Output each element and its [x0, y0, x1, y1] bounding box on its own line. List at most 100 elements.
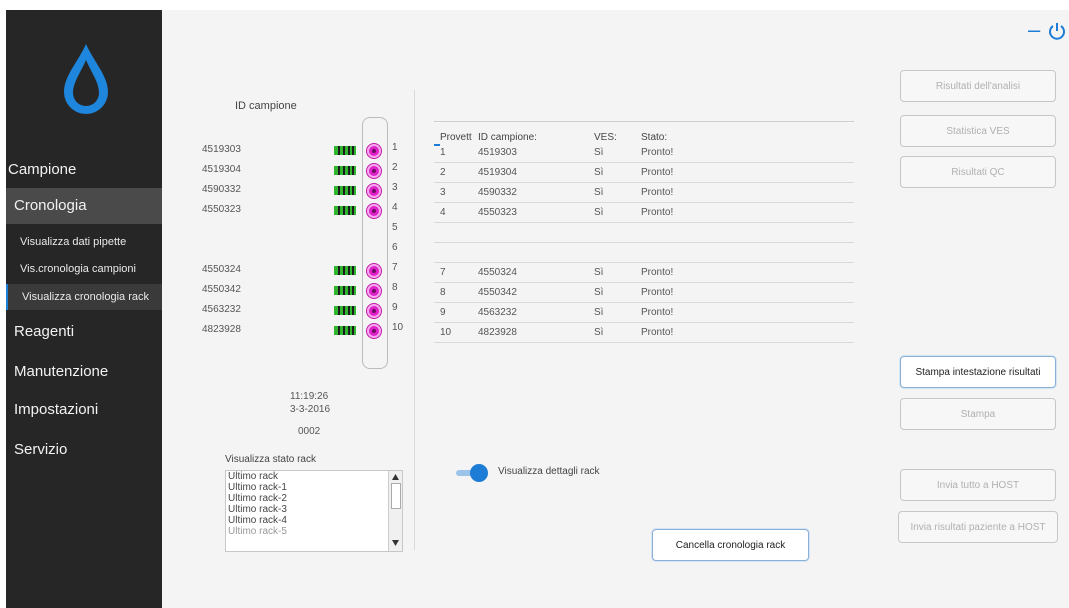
rack-state-label: Visualizza stato rack [225, 454, 316, 465]
invia-tutto-button[interactable]: Invia tutto a HOST [900, 469, 1056, 501]
minimize-button[interactable]: – [1028, 17, 1040, 43]
table-row-divider [434, 222, 854, 223]
sort-indicator [434, 144, 440, 146]
sample-tube-icon[interactable] [367, 204, 381, 218]
rack-details-label: Visualizza dettagli rack [498, 466, 600, 477]
sidebar-item-servizio[interactable]: Servizio [6, 432, 162, 468]
scroll-down-icon[interactable] [392, 540, 399, 546]
sample-tube-icon[interactable] [367, 264, 381, 278]
table-cell-ves: Sì [594, 207, 604, 218]
table-row-divider [434, 282, 854, 283]
sidebar-subitem-cronologia-campioni[interactable]: Vis.cronologia campioni [6, 256, 162, 282]
rack-slot-id: 4823928 [202, 324, 241, 335]
col-header-id: ID campione: [478, 132, 537, 143]
sample-tube-icon[interactable] [367, 164, 381, 178]
list-item[interactable]: Ultimo rack-3 [226, 504, 402, 515]
table-cell-ves: Sì [594, 147, 604, 158]
table-cell-ves: Sì [594, 327, 604, 338]
table-row-divider [434, 182, 854, 183]
table-cell-n: 7 [440, 267, 446, 278]
sidebar-subitem-pipette[interactable]: Visualizza dati pipette [6, 229, 162, 255]
table-cell-stato: Pronto! [641, 187, 674, 198]
list-item[interactable]: Ultimo rack-1 [226, 482, 402, 493]
rack-details-toggle[interactable] [470, 464, 488, 482]
rack-position-number: 7 [392, 262, 398, 273]
rack-slot-id: 4519304 [202, 164, 241, 175]
rack-position-number: 6 [392, 242, 398, 253]
sidebar-item-campione[interactable]: Campione [0, 152, 156, 188]
rack-number: 0002 [298, 426, 321, 437]
table-cell-n: 1 [440, 147, 446, 158]
sidebar-item-cronologia[interactable]: Cronologia [6, 188, 162, 224]
list-item[interactable]: Ultimo rack-4 [226, 515, 402, 526]
table-cell-id: 4519303 [478, 147, 517, 158]
rack-position-number: 4 [392, 202, 398, 213]
table-cell-ves: Sì [594, 287, 604, 298]
stampa-button[interactable]: Stampa [900, 398, 1056, 430]
table-header-line [434, 121, 854, 122]
table-cell-stato: Pronto! [641, 307, 674, 318]
barcode-icon [334, 146, 356, 155]
list-item[interactable]: Ultimo rack [226, 471, 402, 482]
risultati-qc-button[interactable]: Risultati QC [900, 156, 1056, 188]
rack-position-number: 8 [392, 282, 398, 293]
rack-slot-id: 4550323 [202, 204, 241, 215]
barcode-icon [334, 306, 356, 315]
table-row-divider [434, 322, 854, 323]
sample-tube-icon[interactable] [367, 284, 381, 298]
panel-divider [414, 90, 415, 550]
rack-time: 11:19:26 [290, 391, 329, 402]
scroll-thumb[interactable] [391, 483, 401, 509]
rack-position-number: 9 [392, 302, 398, 313]
statistica-ves-button[interactable]: Statistica VES [900, 115, 1056, 147]
barcode-icon [334, 326, 356, 335]
table-cell-id: 4590332 [478, 187, 517, 198]
table-row-divider [434, 242, 854, 243]
table-cell-stato: Pronto! [641, 147, 674, 158]
table-cell-id: 4550324 [478, 267, 517, 278]
table-cell-id: 4563232 [478, 307, 517, 318]
rack-position-number: 1 [392, 142, 398, 153]
scroll-up-icon[interactable] [392, 474, 399, 480]
table-cell-ves: Sì [594, 167, 604, 178]
risultati-analisi-button[interactable]: Risultati dell'analisi [900, 70, 1056, 102]
stampa-intestazione-button[interactable]: Stampa intestazione risultati [900, 356, 1056, 388]
invia-risultati-paziente-button[interactable]: Invia risultati paziente a HOST [898, 511, 1058, 543]
col-header-ves: VES: [594, 132, 617, 143]
table-row-divider [434, 302, 854, 303]
list-scrollbar[interactable] [388, 471, 402, 551]
sample-tube-icon[interactable] [367, 184, 381, 198]
table-cell-n: 9 [440, 307, 446, 318]
table-cell-n: 2 [440, 167, 446, 178]
table-cell-stato: Pronto! [641, 167, 674, 178]
table-cell-ves: Sì [594, 187, 604, 198]
sample-tube-icon[interactable] [367, 324, 381, 338]
table-cell-ves: Sì [594, 307, 604, 318]
table-cell-n: 10 [440, 327, 452, 338]
rack-slot-id: 4550324 [202, 264, 241, 275]
col-header-provetta: Provett [440, 132, 472, 143]
rack-slot-id: 4550342 [202, 284, 241, 295]
list-item[interactable]: Ultimo rack-5 [226, 526, 402, 537]
sample-tube-icon[interactable] [367, 304, 381, 318]
barcode-icon [334, 186, 356, 195]
power-icon[interactable] [1048, 22, 1066, 40]
table-cell-id: 4550323 [478, 207, 517, 218]
sidebar-subitem-cronologia-rack[interactable]: Visualizza cronologia rack [6, 284, 162, 310]
list-item[interactable]: Ultimo rack-2 [226, 493, 402, 504]
rack-state-list[interactable]: Ultimo rack Ultimo rack-1 Ultimo rack-2 … [225, 470, 403, 552]
rack-date: 3-3-2016 [290, 404, 331, 415]
rack-position-number: 10 [392, 322, 404, 333]
sample-tube-icon[interactable] [367, 144, 381, 158]
table-row-divider [434, 162, 854, 163]
rack-slot-id: 4563232 [202, 304, 241, 315]
sidebar-item-manutenzione[interactable]: Manutenzione [6, 354, 162, 390]
rack-position-number: 3 [392, 182, 398, 193]
table-cell-n: 8 [440, 287, 446, 298]
sidebar-item-impostazioni[interactable]: Impostazioni [6, 392, 162, 428]
table-row-divider [434, 202, 854, 203]
rack-position-number: 2 [392, 162, 398, 173]
sidebar-item-reagenti[interactable]: Reagenti [6, 314, 162, 350]
rack-position-number: 5 [392, 222, 398, 233]
cancella-cronologia-button[interactable]: Cancella cronologia rack [652, 529, 809, 561]
